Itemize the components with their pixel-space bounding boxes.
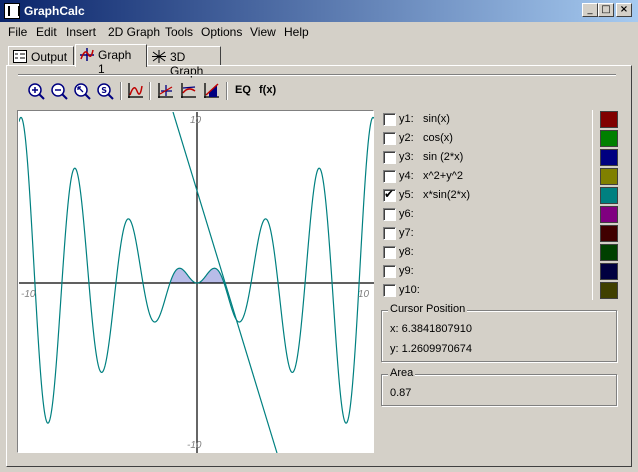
function-checkbox-7[interactable]: [383, 227, 396, 240]
function-checkbox-9[interactable]: [383, 265, 396, 278]
graph-toolbar: S EQ f(x): [25, 80, 325, 102]
tab-graph-1[interactable]: Graph 1: [75, 44, 147, 76]
menu-tools[interactable]: Tools: [165, 25, 193, 39]
menu-help[interactable]: Help: [284, 25, 309, 39]
toolbar-divider: [149, 82, 151, 100]
window-title: GraphCalc: [24, 4, 85, 18]
function-color-swatch-4[interactable]: [600, 168, 618, 185]
function-color-swatch-10[interactable]: [600, 282, 618, 299]
function-expression[interactable]: x^2+y^2: [423, 170, 463, 182]
svg-text:S: S: [101, 86, 107, 95]
cursor-y-value: y: 1.2609970674: [390, 343, 472, 355]
function-checkbox-1[interactable]: [383, 113, 396, 126]
app-icon: [4, 3, 20, 19]
tab-output[interactable]: Output: [8, 46, 74, 66]
y-min-label: -10: [187, 440, 202, 451]
function-color-swatch-1[interactable]: [600, 111, 618, 128]
maximize-button[interactable]: □: [598, 3, 614, 17]
function-row-4[interactable]: y4: x^2+y^2: [381, 167, 591, 186]
function-row-5[interactable]: y5: x*sin(2*x): [381, 186, 591, 205]
menu-edit[interactable]: Edit: [36, 25, 57, 39]
equation-button[interactable]: EQ: [235, 84, 251, 96]
menu-2d-graph[interactable]: 2D Graph: [108, 25, 160, 39]
area-title: Area: [388, 367, 416, 379]
function-label: y2:: [399, 132, 414, 144]
menu-options[interactable]: Options: [201, 25, 242, 39]
function-checkbox-5[interactable]: [383, 187, 396, 202]
menu-file[interactable]: File: [8, 25, 27, 39]
function-button[interactable]: f(x): [259, 84, 276, 96]
area-icon[interactable]: [202, 82, 220, 100]
toolbar-divider: [226, 82, 228, 100]
function-row-1[interactable]: y1: sin(x): [381, 110, 591, 129]
zoom-standard-icon[interactable]: S: [96, 82, 114, 100]
zoom-box-icon[interactable]: [73, 82, 91, 100]
function-checkbox-4[interactable]: [383, 170, 396, 183]
y-max-label: 10: [190, 115, 202, 126]
tangent-icon[interactable]: [179, 82, 197, 100]
function-expression[interactable]: cos(x): [423, 132, 453, 144]
function-row-9[interactable]: y9:: [381, 262, 591, 281]
minimize-button[interactable]: _: [582, 3, 598, 17]
graph-settings-icon[interactable]: [126, 82, 144, 100]
function-list: y1: sin(x) y2: cos(x) y3: sin (2*x) y4: x^2+y^2…: [381, 110, 621, 300]
tab-output-label: Output: [31, 50, 68, 64]
function-row-8[interactable]: y8:: [381, 243, 591, 262]
function-color-swatch-2[interactable]: [600, 130, 618, 147]
graph-canvas[interactable]: 10 -10 -10 10: [19, 112, 374, 453]
function-expression[interactable]: sin (2*x): [423, 151, 463, 163]
function-label: y3:: [399, 151, 414, 163]
menu-insert[interactable]: Insert: [66, 25, 96, 39]
toolbar-separator: [18, 74, 616, 76]
function-label: y4:: [399, 170, 414, 182]
tab-3d-graph[interactable]: 3D Graph: [147, 46, 221, 78]
function-color-swatch-6[interactable]: [600, 206, 618, 223]
cursor-position-group: Cursor Position x: 6.3841807910 y: 1.260…: [381, 303, 617, 362]
function-label: y6:: [399, 208, 414, 220]
cursor-position-title: Cursor Position: [388, 303, 468, 315]
graph-2d-icon: [80, 48, 94, 61]
function-color-swatch-7[interactable]: [600, 225, 618, 242]
trace-icon[interactable]: [156, 82, 174, 100]
function-row-3[interactable]: y3: sin (2*x): [381, 148, 591, 167]
function-row-2[interactable]: y2: cos(x): [381, 129, 591, 148]
title-bar: GraphCalc _ □ ×: [0, 0, 638, 22]
function-label: y1:: [399, 113, 414, 125]
cursor-x-value: x: 6.3841807910: [390, 323, 472, 335]
toolbar-divider: [120, 82, 122, 100]
function-color-swatch-8[interactable]: [600, 244, 618, 261]
function-label: y8:: [399, 246, 414, 258]
graph-area[interactable]: 10 -10 -10 10: [17, 110, 374, 453]
function-expression[interactable]: x*sin(2*x): [423, 189, 470, 201]
zoom-out-icon[interactable]: [50, 82, 68, 100]
area-group: Area 0.87: [381, 367, 617, 406]
function-color-swatch-9[interactable]: [600, 263, 618, 280]
function-label: y9:: [399, 265, 414, 277]
area-value: 0.87: [390, 387, 412, 399]
function-row-6[interactable]: y6:: [381, 205, 591, 224]
function-label: y10:: [399, 284, 420, 296]
graph-3d-icon: [152, 50, 166, 63]
menu-view[interactable]: View: [250, 25, 276, 39]
function-row-7[interactable]: y7:: [381, 224, 591, 243]
x-max-label: 10: [358, 289, 370, 300]
function-label: y5:: [399, 189, 414, 201]
function-color-swatch-3[interactable]: [600, 149, 618, 166]
menu-bar: File Edit Insert 2D Graph Tools Options …: [0, 22, 638, 42]
close-button[interactable]: ×: [616, 3, 632, 17]
function-checkbox-2[interactable]: [383, 132, 396, 145]
x-min-label: -10: [21, 289, 36, 300]
output-icon: [13, 50, 27, 63]
function-expression[interactable]: sin(x): [423, 113, 450, 125]
function-checkbox-8[interactable]: [383, 246, 396, 259]
function-checkbox-3[interactable]: [383, 151, 396, 164]
zoom-in-icon[interactable]: [27, 82, 45, 100]
function-row-10[interactable]: y10:: [381, 281, 591, 300]
function-checkbox-6[interactable]: [383, 208, 396, 221]
function-label: y7:: [399, 227, 414, 239]
function-color-swatch-5[interactable]: [600, 187, 618, 204]
function-checkbox-10[interactable]: [383, 284, 396, 297]
